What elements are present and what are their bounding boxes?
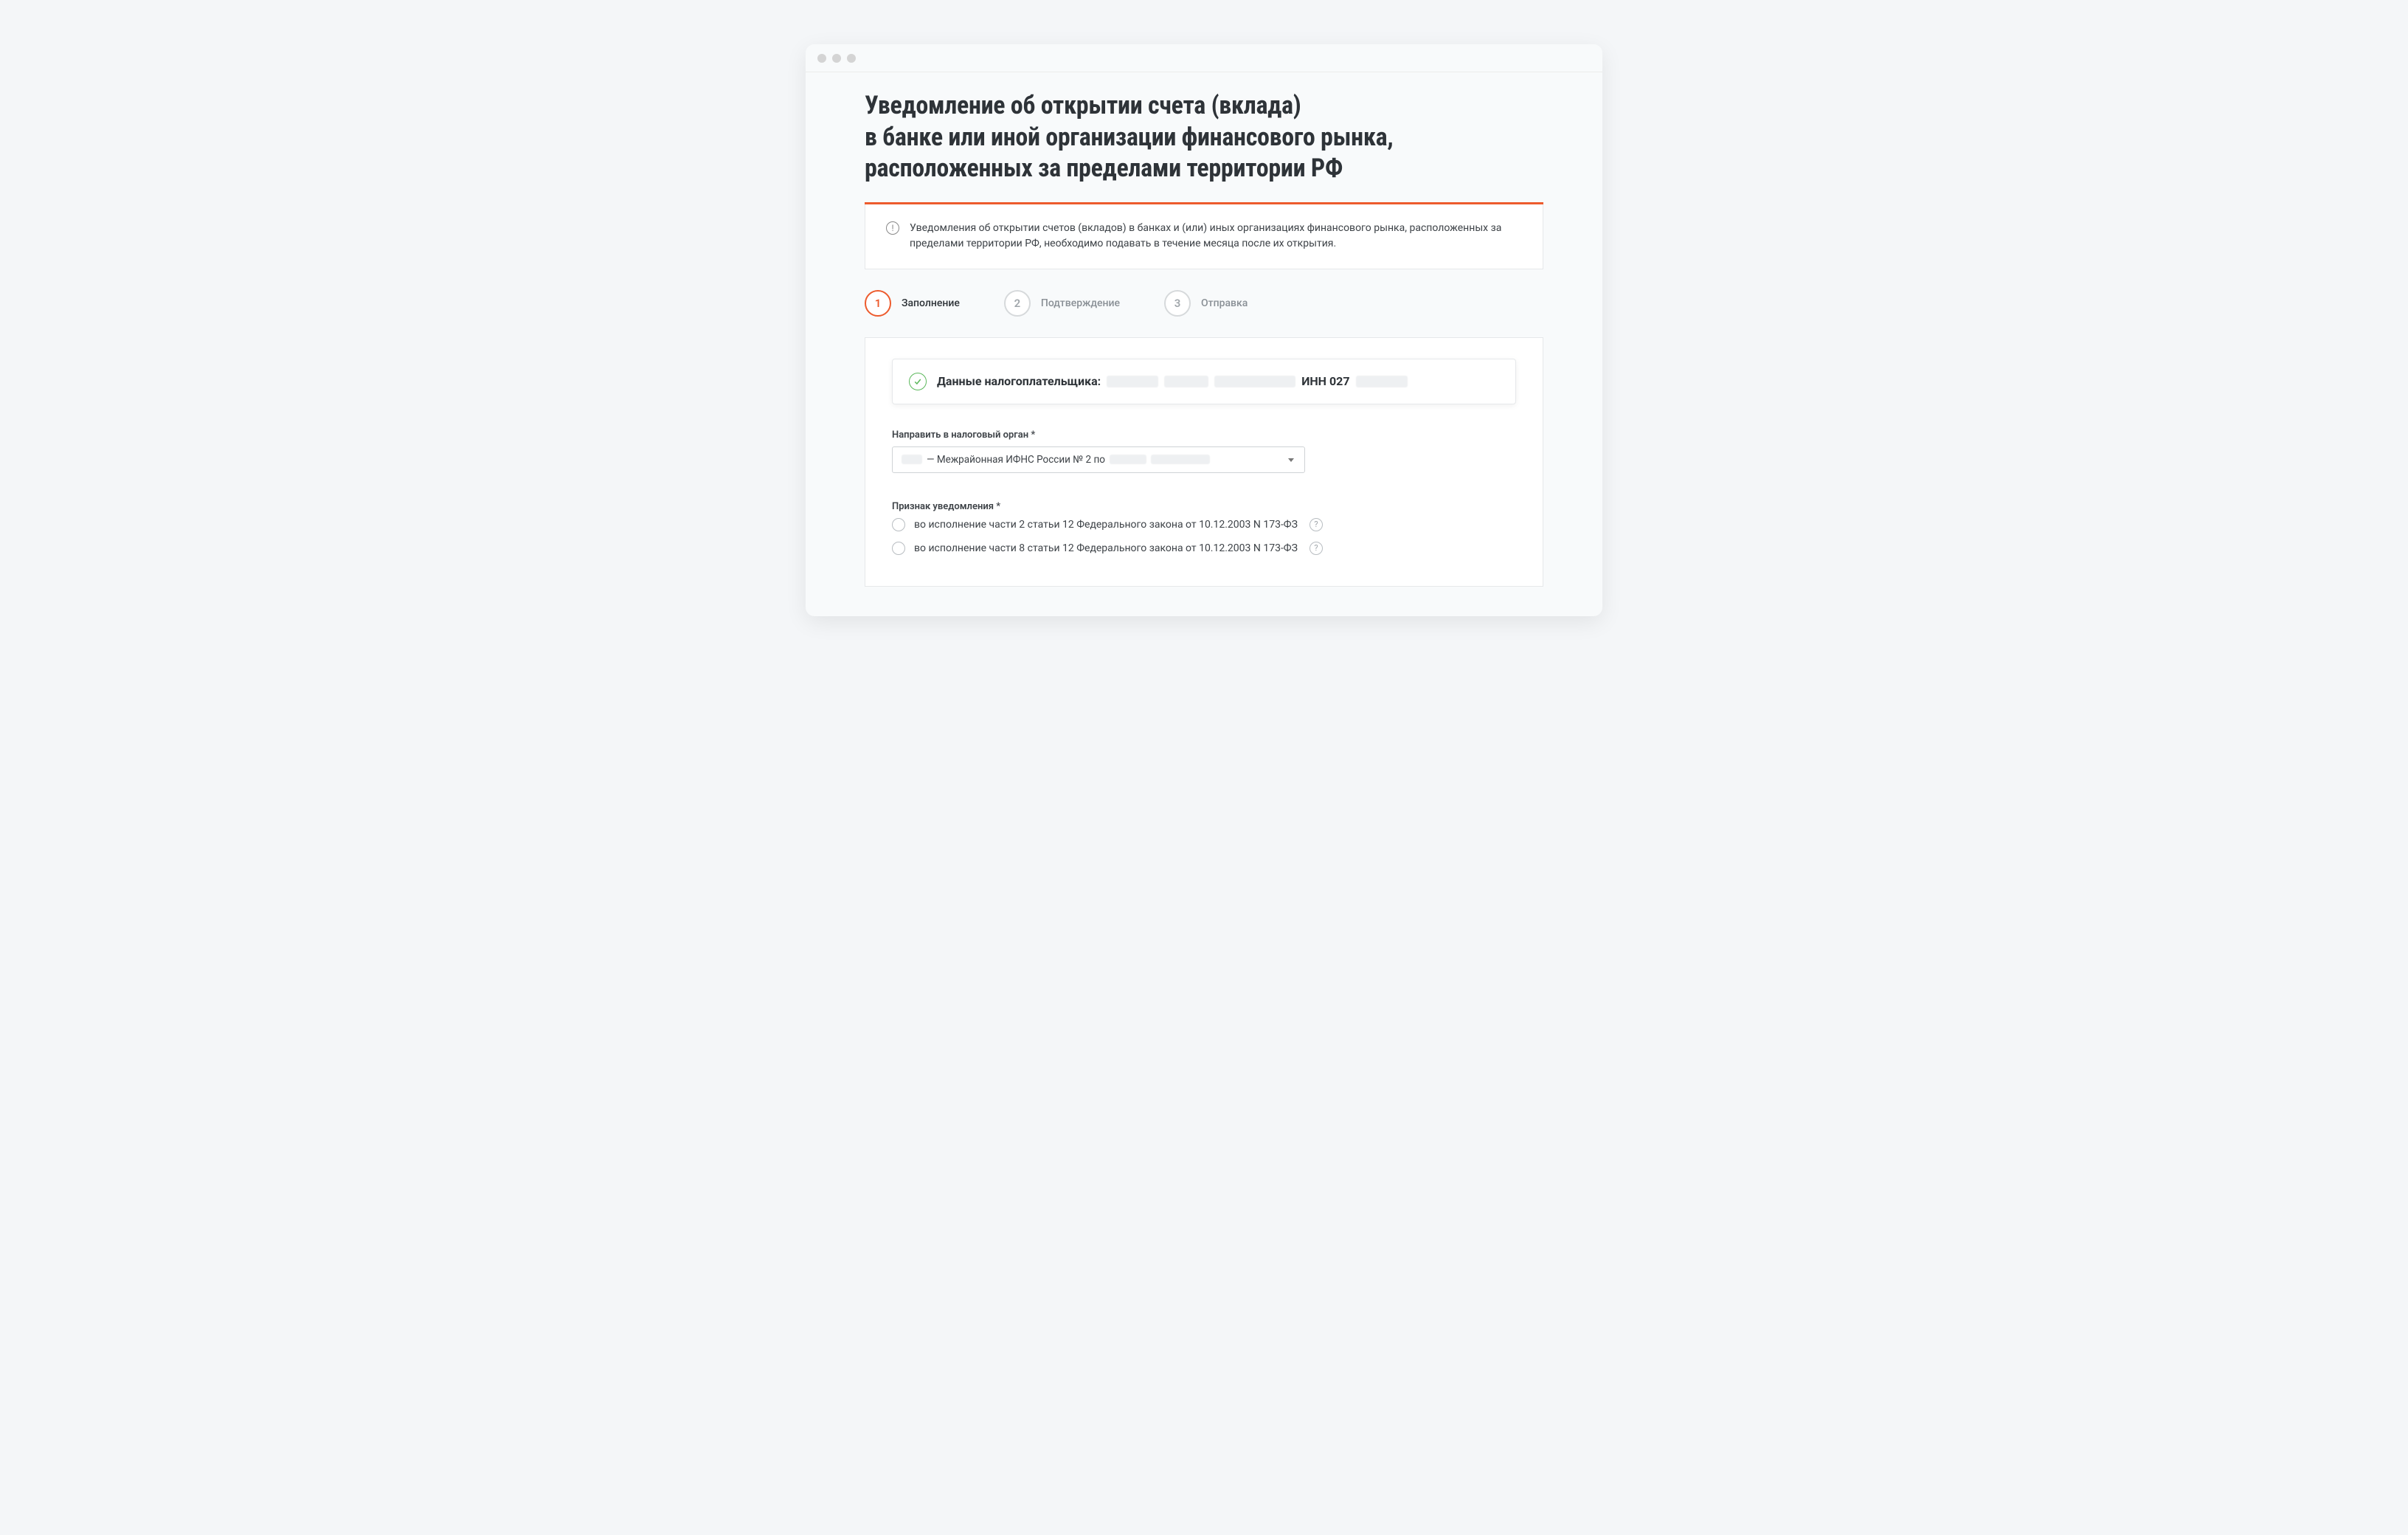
radio-icon [892,542,905,555]
redacted-value [1151,455,1210,464]
maximize-icon[interactable] [847,54,856,63]
radio-label: во исполнение части 2 статьи 12 Федераль… [914,519,1298,531]
minimize-icon[interactable] [832,54,841,63]
radio-label: во исполнение части 8 статьи 12 Федераль… [914,542,1298,554]
redacted-value [1214,376,1295,387]
tax-office-select[interactable]: — Межрайонная ИФНС России № 2 по [892,446,1305,473]
redacted-value [1110,455,1146,464]
inn-prefix: ИНН 027 [1301,374,1349,388]
step-1[interactable]: 1 Заполнение [865,290,960,317]
step-label: Отправка [1201,297,1248,309]
step-number: 2 [1004,290,1031,317]
redacted-value [1164,376,1208,387]
tax-office-label: Направить в налоговый орган * [892,430,1516,441]
notification-sign-label: Признак уведомления * [892,501,1516,512]
radio-icon [892,518,905,531]
stepper: 1 Заполнение 2 Подтверждение 3 Отправка [865,290,1543,317]
step-3[interactable]: 3 Отправка [1164,290,1248,317]
select-text: — Межрайонная ИФНС России № 2 по [927,454,1105,466]
notice-box: ! Уведомления об открытии счетов (вкладо… [865,204,1543,269]
help-icon[interactable]: ? [1309,518,1323,531]
help-icon[interactable]: ? [1309,542,1323,555]
step-2[interactable]: 2 Подтверждение [1004,290,1120,317]
warning-icon: ! [886,221,899,235]
close-icon[interactable] [817,54,826,63]
page-title: Уведомление об открытии счета (вклада) в… [865,90,1543,184]
step-number: 1 [865,290,891,317]
traffic-lights [817,54,856,63]
app-window: Уведомление об открытии счета (вклада) в… [806,44,1602,616]
taxpayer-text: Данные налогоплательщика: ИНН 027 [937,374,1408,388]
step-label: Заполнение [902,297,960,309]
radio-option-2[interactable]: во исполнение части 8 статьи 12 Федераль… [892,542,1516,555]
notice-text: Уведомления об открытии счетов (вкладов)… [910,221,1522,252]
redacted-value [902,455,922,464]
check-icon [909,373,927,390]
redacted-value [1107,376,1158,387]
radio-option-1[interactable]: во исполнение части 2 статьи 12 Федераль… [892,518,1516,531]
step-number: 3 [1164,290,1191,317]
form-card: Данные налогоплательщика: ИНН 027 Направ… [865,337,1543,587]
taxpayer-info-box: Данные налогоплательщика: ИНН 027 [892,359,1516,404]
page-content: Уведомление об открытии счета (вклада) в… [806,72,1602,616]
redacted-value [1356,376,1408,387]
taxpayer-prefix: Данные налогоплательщика: [937,374,1101,388]
window-titlebar [806,44,1602,72]
step-label: Подтверждение [1041,297,1120,309]
